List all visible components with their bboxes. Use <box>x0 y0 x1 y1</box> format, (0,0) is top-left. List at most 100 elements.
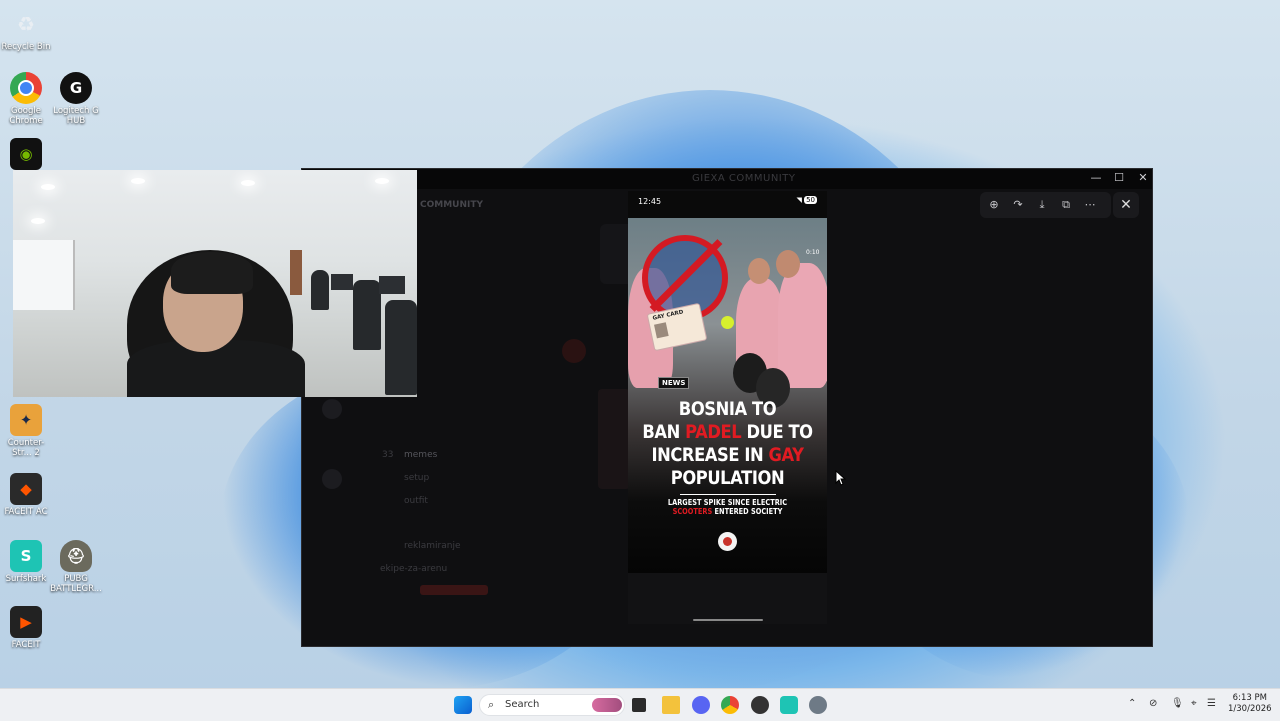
chevron-up-icon[interactable]: ⌃ <box>1128 698 1136 709</box>
headline-line: BAN PADEL DUE TO <box>642 421 813 444</box>
desktop-icon-counter-strike[interactable]: ✦ Counter-Str... 2 <box>0 404 52 459</box>
channel-reklamiranje[interactable]: reklamiranje <box>404 541 461 551</box>
dim-content <box>598 389 630 489</box>
file-explorer-icon[interactable] <box>662 696 680 714</box>
logitech-icon: G <box>60 72 92 104</box>
image-preview[interactable]: 12:45 ◥ 50 GAY CARD 0:10 NEWS BOSNIA TO … <box>628 191 827 624</box>
room-window <box>13 240 75 310</box>
headline-text: BAN <box>642 421 686 443</box>
search-icon: ⌕ <box>488 698 495 711</box>
search-box[interactable]: ⌕ Search <box>479 694 625 716</box>
desktop-icon-label: Google Chrome <box>9 106 43 126</box>
headline-line: INCREASE IN GAY <box>642 444 813 467</box>
desktop-icon-chrome[interactable]: Google Chrome <box>0 72 52 127</box>
search-placeholder: Search <box>505 699 540 710</box>
office-chair <box>311 270 329 310</box>
subheadline-text: ENTERED SOCIETY <box>712 507 783 516</box>
mouse-cursor-icon <box>835 470 847 486</box>
photo-face <box>776 250 800 278</box>
post-subheadline: LARGEST SPIKE SINCE ELECTRIC SCOOTERS EN… <box>640 498 815 516</box>
surfshark-taskbar-icon[interactable] <box>780 696 798 714</box>
photo-face <box>748 258 770 284</box>
close-window-button[interactable]: ✕ <box>1131 171 1152 184</box>
task-view-icon[interactable] <box>632 698 646 712</box>
open-external-icon[interactable]: ⧉ <box>1058 197 1074 213</box>
phone-status-bar: 12:45 ◥ 50 <box>628 191 827 215</box>
desktop-icon-label: Logitech G HUB <box>53 106 99 126</box>
recycle-bin-icon: ♻ <box>17 12 35 36</box>
dim-badge <box>420 585 488 595</box>
headline-highlight: PADEL <box>685 421 742 443</box>
desktop-icon-surfshark[interactable]: S Surfshark <box>0 540 52 585</box>
faceit-icon: ▶ <box>10 606 42 638</box>
system-clock[interactable]: 6:13 PM 1/30/2026 <box>1228 693 1272 715</box>
discord-icon[interactable] <box>692 696 710 714</box>
monitor <box>331 274 353 290</box>
padel-ball <box>721 316 734 329</box>
zoom-icon[interactable]: ⊕ <box>986 197 1002 213</box>
chrome-icon <box>10 72 42 104</box>
channel-setup[interactable]: setup <box>404 473 429 483</box>
reel-timer: 0:10 <box>806 249 820 256</box>
subheadline-highlight: SCOOTERS <box>672 507 713 516</box>
dim-content <box>562 339 586 363</box>
desktop-icon-pubg[interactable]: ⛑ PUBG BATTLEGR... <box>50 540 102 595</box>
room-door <box>290 250 302 295</box>
discord-titlebar: GIEXA COMMUNITY — ☐ ✕ <box>302 169 1152 189</box>
channel-outfit[interactable]: outfit <box>404 496 428 506</box>
channel-memes[interactable]: memes <box>404 450 437 460</box>
battery-level: 50 <box>804 196 817 204</box>
desktop-icon-label: FACEIT <box>11 640 41 650</box>
pubg-icon: ⛑ <box>60 540 92 572</box>
headline-highlight: GAY <box>768 444 804 466</box>
surfshark-icon: S <box>10 540 42 572</box>
ceiling-light <box>131 178 145 184</box>
search-highlight-image <box>592 698 622 712</box>
server-name: COMMUNITY <box>420 200 484 210</box>
desktop-icon-logitech[interactable]: G Logitech G HUB <box>50 72 102 127</box>
settings-icon[interactable] <box>809 696 827 714</box>
ceiling-light <box>375 178 389 184</box>
desktop-icon-recycle-bin[interactable]: ♻ Recycle Bin <box>0 8 52 53</box>
webcam-overlay: · <box>13 170 417 397</box>
forward-icon[interactable]: ↷ <box>1010 197 1026 213</box>
network-icon[interactable]: ⊘ <box>1149 698 1157 709</box>
maximize-button[interactable]: ☐ <box>1107 171 1131 184</box>
dim-content <box>322 399 342 419</box>
more-options-icon[interactable]: ⋯ <box>1082 197 1098 213</box>
faceit-ac-icon: ◆ <box>10 473 42 505</box>
desktop-icon-label: Surfshark <box>5 574 47 584</box>
desktop-icon-label: Recycle Bin <box>1 42 51 52</box>
taskbar: ⌕ Search ⌃ ⊘ 🎙 ⌖ ☰ 🔊 6:13 PM 1/30/2026 <box>0 688 1280 721</box>
channel-ekipe[interactable]: ekipe-za-arenu <box>380 564 447 574</box>
clock-time: 6:13 PM <box>1232 693 1267 703</box>
phone-time: 12:45 <box>638 197 662 206</box>
ceiling-light <box>31 218 45 224</box>
streamer-cap <box>171 252 253 294</box>
monitor <box>379 276 405 294</box>
dim-content <box>322 469 342 489</box>
channel-badge-count: 33 <box>382 450 394 460</box>
chrome-taskbar-icon[interactable] <box>721 696 739 714</box>
home-indicator <box>693 619 763 621</box>
nvidia-icon: ◉ <box>10 138 42 170</box>
close-icon: ✕ <box>1120 197 1132 213</box>
close-viewer-button[interactable]: ✕ <box>1113 192 1139 218</box>
download-icon[interactable]: ⤓ <box>1034 197 1050 213</box>
divider <box>680 494 776 495</box>
headline-text: INCREASE IN <box>651 444 769 466</box>
desktop-icon-faceit[interactable]: ▶ FACEIT <box>0 606 52 651</box>
office-chair <box>385 300 417 395</box>
start-button[interactable] <box>454 696 472 714</box>
microphone-icon[interactable]: 🎙 <box>1171 698 1184 709</box>
desktop-icon-faceit-ac[interactable]: ◆ FACEIT AC <box>0 473 52 518</box>
reel-post: GAY CARD 0:10 NEWS BOSNIA TO BAN PADEL D… <box>628 218 827 573</box>
clock-date: 1/30/2026 <box>1228 704 1272 714</box>
minimize-button[interactable]: — <box>1084 171 1108 184</box>
card-title: GAY CARD <box>652 309 684 322</box>
app-icon[interactable] <box>751 696 769 714</box>
battery-icon: ◥ 50 <box>796 196 817 204</box>
headline-text: DUE TO <box>741 421 813 443</box>
publisher-logo <box>718 532 737 551</box>
desktop-icon-label: Counter-Str... 2 <box>7 438 45 458</box>
